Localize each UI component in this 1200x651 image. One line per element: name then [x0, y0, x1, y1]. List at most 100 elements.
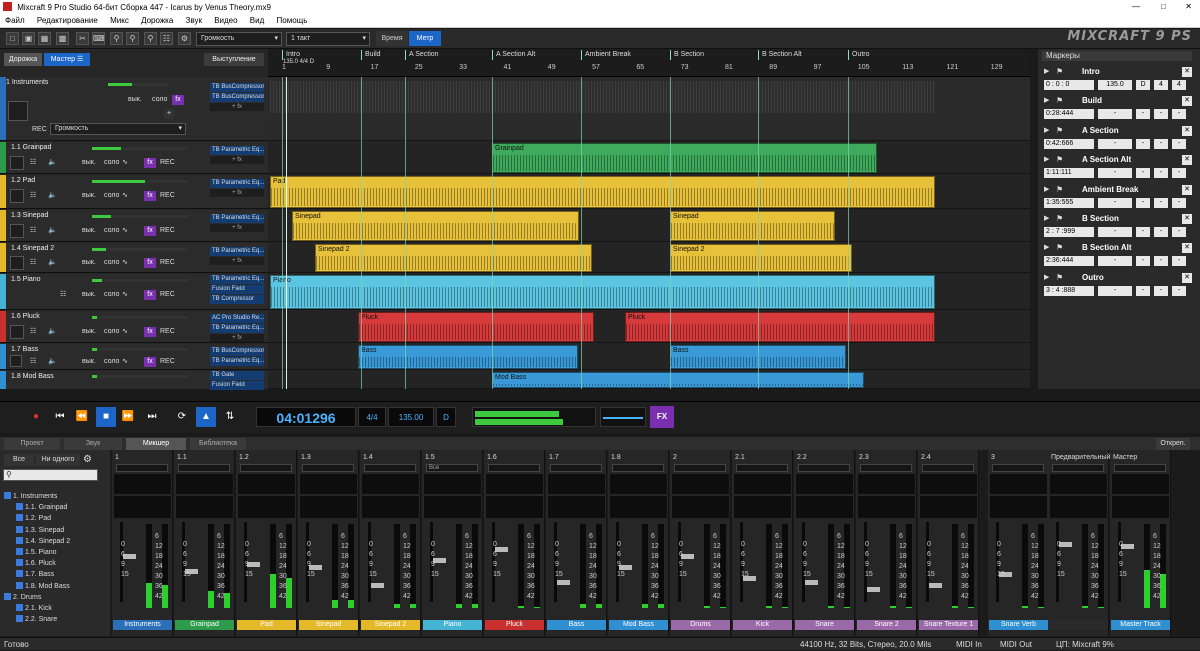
delete-marker-icon[interactable]: ✕ — [1182, 96, 1192, 107]
stop-button[interactable]: ■ — [96, 407, 116, 427]
undock-button[interactable]: Откреп. — [1156, 438, 1190, 450]
delete-marker-icon[interactable]: ✕ — [1182, 214, 1192, 224]
tree-item[interactable]: 2. Drums — [4, 592, 41, 601]
strip-input-select[interactable] — [178, 464, 230, 472]
strip-input-select[interactable] — [736, 464, 788, 472]
marker-row[interactable]: ▶ ⚑ A Section ✕ 0:42:666- - - - — [1042, 125, 1194, 152]
ruler-marker[interactable]: B Section — [670, 50, 704, 60]
play-marker-icon[interactable]: ▶ — [1044, 67, 1049, 75]
fx-button[interactable]: fx — [144, 357, 156, 367]
track-row[interactable]: 1.7 Bass ☷ 🔈 вык. соло ∿ fx REC TB BusCo… — [0, 344, 268, 370]
speaker-icon[interactable]: 🔈 — [48, 158, 57, 168]
marker-key[interactable]: - — [1136, 168, 1150, 179]
checkbox-icon[interactable] — [16, 548, 23, 555]
play-marker-icon[interactable]: ▶ — [1044, 185, 1049, 193]
menu-sound[interactable]: Звук — [186, 16, 202, 25]
marker-row[interactable]: ▶ ⚑ Build ✕ 0:28:444- - - - — [1042, 96, 1194, 122]
automation-lane-select[interactable]: Громкость ▾ — [50, 123, 186, 135]
record-arm-button[interactable]: REC — [160, 290, 175, 300]
menu-mix[interactable]: Микс — [110, 16, 129, 25]
marker-denominator[interactable]: 4 — [1172, 80, 1186, 90]
marker-row[interactable]: ▶ ⚑ B Section ✕ 2 : 7 :999- - - - — [1042, 214, 1194, 240]
marker-time[interactable]: 0 : 0 : 0 — [1044, 80, 1094, 90]
add-fx-button[interactable]: + fx — [210, 224, 264, 232]
marker-name[interactable]: A Section Alt — [1082, 155, 1131, 164]
marker-time[interactable]: 1:35:555 — [1044, 197, 1094, 208]
automation-icon[interactable]: ∿ — [122, 327, 128, 337]
marker-denominator[interactable]: - — [1172, 168, 1186, 179]
strip-label[interactable]: Instruments — [113, 620, 172, 630]
menu-video[interactable]: Видео — [214, 16, 237, 25]
marker-name[interactable]: Outro — [1082, 273, 1104, 282]
marker-tempo[interactable]: - — [1098, 256, 1132, 267]
search-icon[interactable]: ⚲ — [144, 32, 157, 45]
marker-tempo[interactable]: - — [1098, 138, 1132, 149]
automation-icon[interactable]: ∿ — [122, 191, 128, 201]
strip-input-select[interactable] — [922, 464, 974, 472]
marker-numerator[interactable]: - — [1154, 138, 1168, 149]
fx-button[interactable]: fx — [172, 95, 184, 105]
strip-label[interactable]: Grainpad — [175, 620, 234, 630]
marker-numerator[interactable]: - — [1154, 227, 1168, 237]
strip-label[interactable]: Pluck — [485, 620, 544, 630]
add-fx-button[interactable]: + fx — [210, 334, 264, 342]
checkbox-icon[interactable] — [16, 581, 23, 589]
tree-item[interactable]: 2.2. Snare — [16, 615, 57, 623]
vertical-scrollbar[interactable] — [1030, 49, 1038, 389]
fader-handle[interactable] — [371, 583, 384, 589]
marker-denominator[interactable]: - — [1172, 227, 1186, 237]
plugin-slot[interactable]: TB Parametric Eq... — [210, 146, 264, 155]
close-icon[interactable]: ✕ — [1185, 0, 1192, 14]
strip-label[interactable]: Snare 2 — [857, 620, 916, 630]
delete-marker-icon[interactable]: ✕ — [1182, 125, 1192, 136]
position-display[interactable]: 04:01296 — [256, 407, 356, 427]
automation-icon[interactable]: ∿ — [122, 158, 128, 168]
keyboard-icon[interactable]: ☷ — [30, 191, 36, 201]
tree-item[interactable]: 1. Instruments — [4, 492, 57, 500]
plugin-slot[interactable]: AC Pro Studio Re... — [210, 314, 264, 323]
strip-input-select[interactable] — [674, 464, 726, 472]
strip-label[interactable]: Pad — [237, 620, 296, 630]
strip-input-select[interactable] — [240, 464, 292, 472]
marker-denominator[interactable]: - — [1172, 197, 1186, 208]
track-name[interactable]: 1.5 Piano — [11, 276, 41, 283]
speaker-icon[interactable]: 🔈 — [48, 191, 57, 201]
mute-button[interactable]: вык. — [82, 327, 96, 337]
track-name[interactable]: 1.6 Pluck — [11, 313, 40, 320]
audio-clip[interactable]: Grainpad — [492, 143, 877, 173]
record-arm-button[interactable]: REC — [160, 191, 175, 201]
marker-name[interactable]: B Section — [1082, 214, 1119, 223]
play-marker-icon[interactable]: ▶ — [1044, 243, 1049, 251]
menu-edit[interactable]: Редактирование — [37, 16, 98, 25]
strip-input-select[interactable] — [1052, 464, 1104, 472]
automation-icon[interactable]: ∿ — [122, 226, 128, 236]
plugin-slot[interactable]: Fusion Field — [210, 381, 264, 390]
minimize-icon[interactable]: — — [1132, 0, 1140, 14]
fader-handle[interactable] — [867, 586, 880, 592]
solo-button[interactable]: соло — [104, 226, 119, 236]
marker-numerator[interactable]: - — [1154, 285, 1168, 296]
playhead[interactable] — [286, 77, 287, 389]
mute-button[interactable]: вык. — [82, 357, 96, 367]
checkbox-icon[interactable] — [4, 492, 11, 499]
piano-icon[interactable]: ☷ — [60, 290, 66, 300]
zoom-out-icon[interactable]: ⚲ — [126, 32, 139, 45]
track-name[interactable]: 1.4 Sinepad 2 — [11, 245, 54, 252]
marker-row[interactable]: ▶ ⚑ Intro ✕ 0 : 0 : 0 135.0 D 4 4 — [1042, 67, 1194, 93]
audio-clip[interactable]: Sinepad — [292, 211, 579, 241]
marker-name[interactable]: B Section Alt — [1082, 243, 1131, 252]
time-mode-button[interactable]: Время — [376, 31, 408, 46]
marker-denominator[interactable]: - — [1172, 109, 1186, 120]
fader-handle[interactable] — [929, 583, 942, 589]
tab-mixer[interactable]: Микшер — [126, 438, 186, 450]
track-row[interactable]: 1.3 Sinepad ☷ 🔈 вык. соло ∿ fx REC TB Pa… — [0, 210, 268, 242]
marker-key[interactable]: - — [1136, 138, 1150, 149]
strip-label[interactable]: Kick — [733, 620, 792, 630]
plugin-slot[interactable]: TB Parametric Eq... — [210, 179, 264, 188]
keyboard-icon[interactable]: ☷ — [30, 357, 36, 367]
marker-denominator[interactable]: - — [1172, 285, 1186, 296]
marker-tempo[interactable]: - — [1098, 168, 1132, 179]
marker-denominator[interactable]: - — [1172, 256, 1186, 267]
tree-item[interactable]: 1.7. Bass — [16, 570, 54, 578]
tracks-button[interactable]: Дорожка — [4, 53, 42, 66]
